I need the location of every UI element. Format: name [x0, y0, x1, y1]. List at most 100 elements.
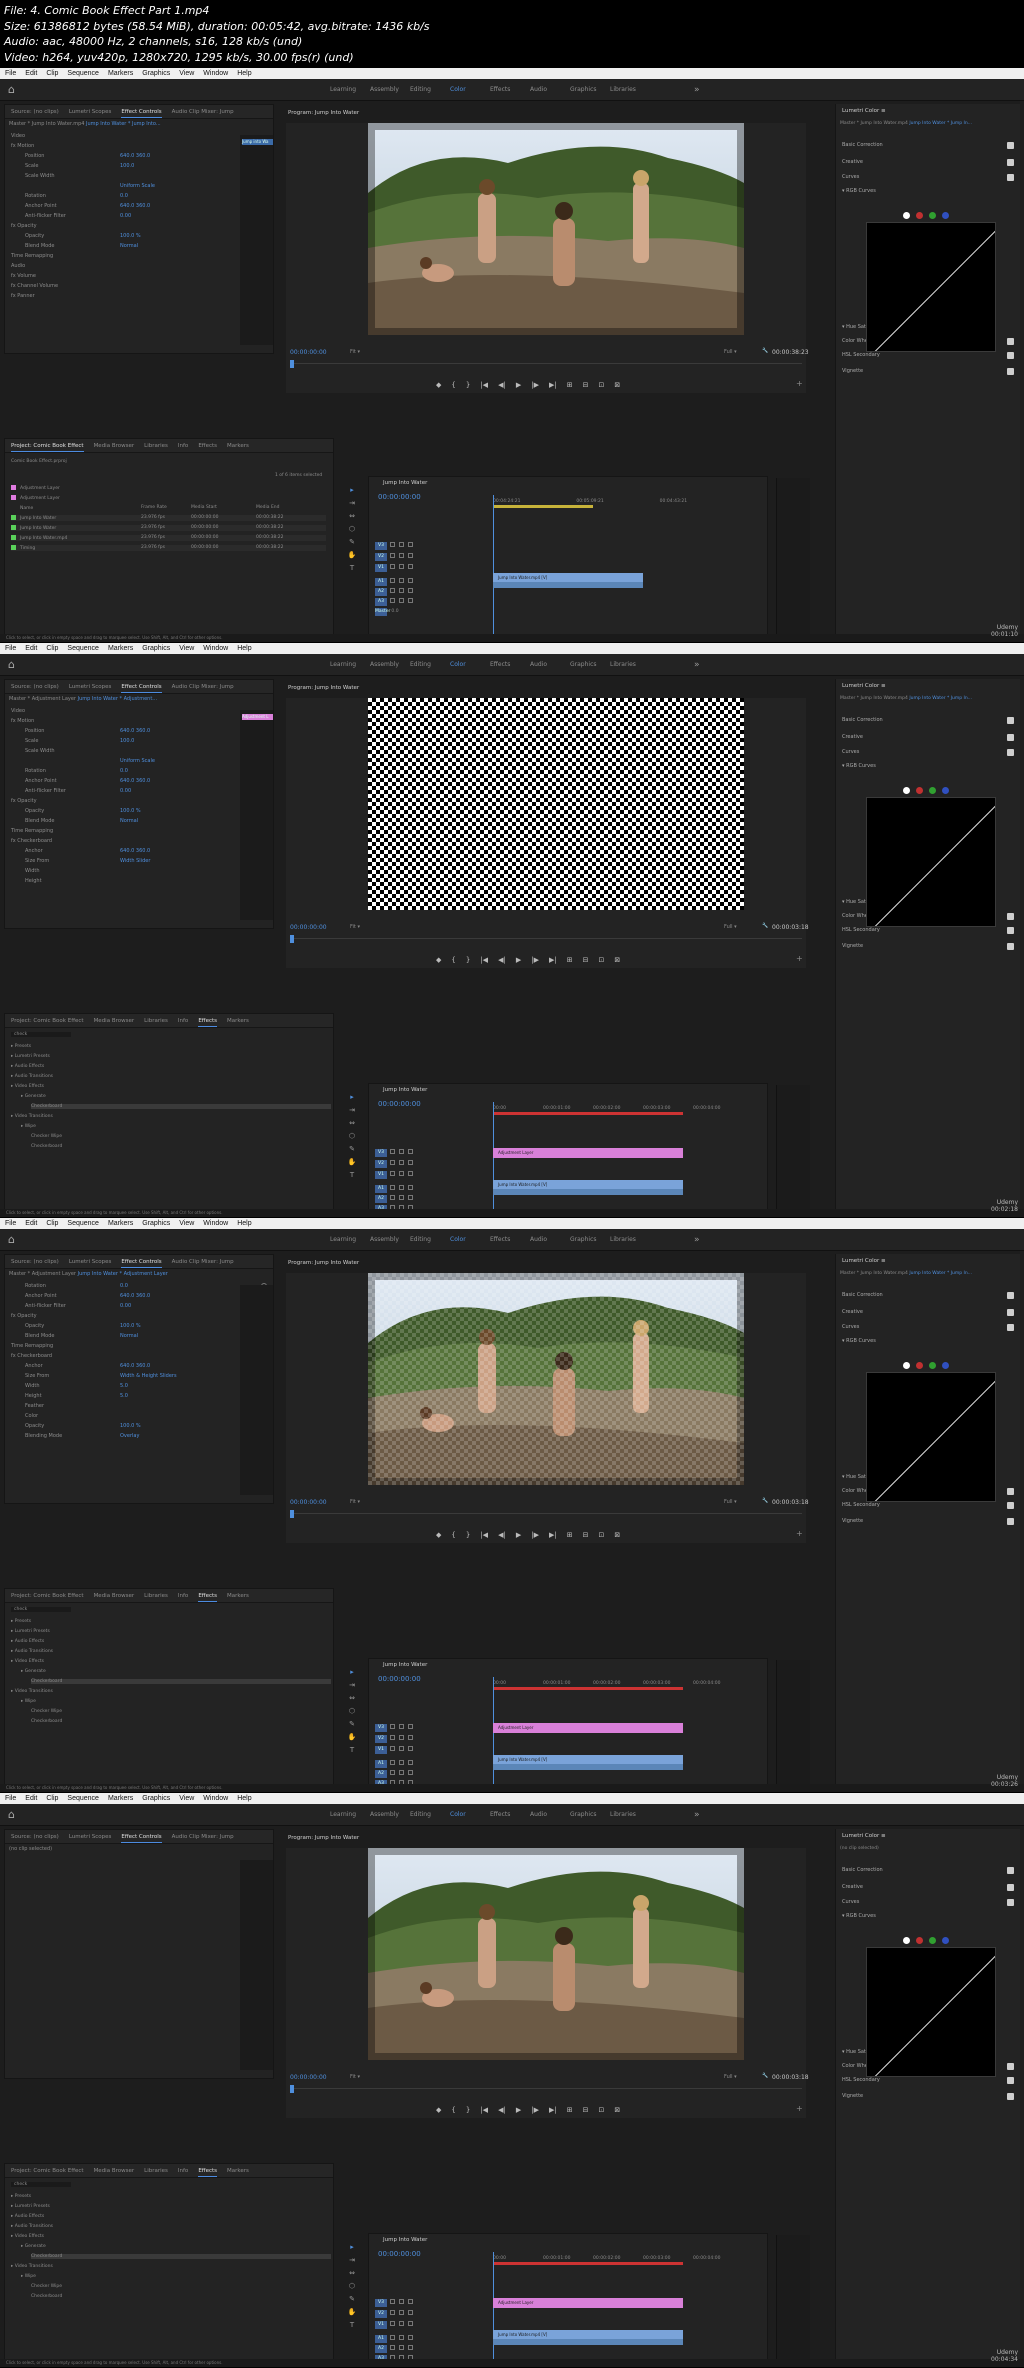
- track-toggle-icon[interactable]: [399, 1160, 404, 1165]
- effect-value[interactable]: 640.0 360.0: [120, 776, 150, 786]
- transport-button-icon[interactable]: |◀: [480, 379, 488, 391]
- audio-clip[interactable]: [493, 1764, 683, 1770]
- workspace-more-icon[interactable]: »: [694, 1229, 700, 1251]
- transport-button-icon[interactable]: ▶: [516, 2104, 521, 2116]
- tab-lumetri-scopes[interactable]: Lumetri Scopes: [69, 105, 112, 118]
- transport-button-icon[interactable]: ◀|: [498, 379, 506, 391]
- channel-dot-1[interactable]: [916, 787, 923, 794]
- menu-view[interactable]: View: [179, 643, 194, 654]
- project-item[interactable]: Name Frame Rate Media Start Media End: [11, 505, 326, 511]
- sequence-timecode[interactable]: 00:00:00:00: [378, 493, 421, 501]
- section-checkbox[interactable]: [1007, 2063, 1014, 2070]
- tab-effects[interactable]: Effects: [198, 439, 217, 452]
- tab-effect-controls[interactable]: Effect Controls: [121, 105, 162, 118]
- menu-edit[interactable]: Edit: [25, 1793, 37, 1804]
- lumetri-section[interactable]: Vignette: [842, 941, 1014, 951]
- transport-button-icon[interactable]: ◆: [436, 379, 441, 391]
- lumetri-section[interactable]: Creative: [842, 1307, 1014, 1317]
- playhead-marker[interactable]: [290, 2085, 294, 2093]
- workspace-color[interactable]: Color: [450, 1229, 466, 1251]
- tool-0-icon[interactable]: ▸: [350, 1093, 354, 1101]
- tab-info[interactable]: Info: [178, 2164, 188, 2177]
- effect-value[interactable]: 100.0: [120, 736, 134, 746]
- effect-row[interactable]: Scale Width: [5, 171, 273, 181]
- timeline-clip[interactable]: Adjustment Layer: [493, 1148, 683, 1158]
- channel-dot-3[interactable]: [942, 787, 949, 794]
- effect-value[interactable]: Uniform Scale: [120, 181, 155, 191]
- track-toggle-icon[interactable]: [390, 2321, 395, 2326]
- track-toggle-icon[interactable]: [390, 1195, 395, 1200]
- effect-row[interactable]: Anchor 640.0 360.0: [5, 1361, 273, 1371]
- effect-value[interactable]: Width Slider: [120, 856, 150, 866]
- tool-1-icon[interactable]: ⇥: [349, 1681, 355, 1689]
- effect-row[interactable]: Size From Width Slider: [5, 856, 273, 866]
- clip-selector-target[interactable]: Jump Into Water * Jump Into...: [86, 121, 161, 127]
- effect-row[interactable]: Position 640.0 360.0: [5, 726, 273, 736]
- effect-row[interactable]: Height: [5, 876, 273, 886]
- workspace-libraries[interactable]: Libraries: [610, 1804, 636, 1826]
- menu-file[interactable]: File: [5, 643, 16, 654]
- transport-button-icon[interactable]: ▶: [516, 1529, 521, 1541]
- resolution-dropdown[interactable]: Full ▾: [724, 924, 737, 930]
- menu-clip[interactable]: Clip: [46, 1793, 58, 1804]
- tab-markers[interactable]: Markers: [227, 1014, 249, 1027]
- effect-value[interactable]: Normal: [120, 1331, 138, 1341]
- track-toggle-icon[interactable]: [408, 578, 413, 583]
- workspace-libraries[interactable]: Libraries: [610, 79, 636, 101]
- effect-value[interactable]: 100.0 %: [120, 1421, 141, 1431]
- lumetri-clip-selector[interactable]: (no clip selected): [840, 1846, 879, 1851]
- effect-row[interactable]: fx Checkerboard: [5, 836, 273, 846]
- transport-button-icon[interactable]: ⊡: [598, 954, 604, 966]
- effects-tree-item[interactable]: ▸ Audio Transitions: [11, 1074, 53, 1079]
- track-toggle-icon[interactable]: [399, 1760, 404, 1765]
- tab-project[interactable]: Project: Comic Book Effect: [11, 1014, 84, 1027]
- tab-markers[interactable]: Markers: [227, 439, 249, 452]
- rgb-curve-graph[interactable]: [866, 1947, 996, 2077]
- workspace-graphics[interactable]: Graphics: [570, 1804, 597, 1826]
- effect-row[interactable]: Time Remapping: [5, 1341, 273, 1351]
- effect-row[interactable]: Blend Mode Normal: [5, 1331, 273, 1341]
- effects-search-input[interactable]: check: [11, 2182, 71, 2187]
- menu-window[interactable]: Window: [203, 68, 228, 79]
- transport-button-icon[interactable]: ◀|: [498, 1529, 506, 1541]
- transport-button-icon[interactable]: |◀: [480, 2104, 488, 2116]
- effect-row[interactable]: Rotation 0.0: [5, 766, 273, 776]
- menu-sequence[interactable]: Sequence: [67, 1793, 99, 1804]
- effects-tree-item[interactable]: ▸ Audio Effects: [11, 2214, 44, 2219]
- lumetri-section[interactable]: Vignette: [842, 1516, 1014, 1526]
- menu-file[interactable]: File: [5, 1218, 16, 1229]
- effect-row[interactable]: Opacity 100.0 %: [5, 1421, 273, 1431]
- effect-value[interactable]: Overlay: [120, 1431, 139, 1441]
- tab-effects[interactable]: Effects: [198, 1589, 218, 1602]
- section-checkbox[interactable]: [1007, 1488, 1014, 1495]
- track-header[interactable]: A2: [375, 1769, 485, 1779]
- effects-tree-item[interactable]: ▸ Presets: [11, 2194, 31, 2199]
- transport-button-icon[interactable]: ▶|: [549, 954, 557, 966]
- track-toggle-icon[interactable]: [390, 2310, 395, 2315]
- effect-row[interactable]: Blending Mode Overlay: [5, 1431, 273, 1441]
- effect-value[interactable]: 100.0 %: [120, 231, 141, 241]
- menu-edit[interactable]: Edit: [25, 1218, 37, 1229]
- menu-markers[interactable]: Markers: [108, 68, 133, 79]
- track-header[interactable]: V1: [375, 563, 485, 573]
- channel-dot-3[interactable]: [942, 1362, 949, 1369]
- effect-row[interactable]: Opacity 100.0 %: [5, 1321, 273, 1331]
- effects-search-input[interactable]: check: [11, 1607, 71, 1612]
- workspace-more-icon[interactable]: »: [694, 654, 700, 676]
- transport-button-icon[interactable]: }: [466, 1529, 470, 1541]
- work-area-bar[interactable]: [493, 1112, 683, 1115]
- transport-button-icon[interactable]: ⊟: [583, 2104, 589, 2116]
- effect-row[interactable]: Anti-flicker Filter 0.00: [5, 786, 273, 796]
- effects-tree-item[interactable]: ▸ Video Effects: [11, 1084, 44, 1089]
- tool-0-icon[interactable]: ▸: [350, 486, 354, 494]
- tab-effect-controls[interactable]: Effect Controls: [121, 1255, 162, 1268]
- workspace-effects[interactable]: Effects: [490, 79, 510, 101]
- tab-lumetri-scopes[interactable]: Lumetri Scopes: [69, 1255, 112, 1268]
- track-header[interactable]: V2: [375, 1159, 485, 1169]
- channel-dot-0[interactable]: [903, 212, 910, 219]
- track-toggle-icon[interactable]: [408, 2321, 413, 2326]
- effect-row[interactable]: Video: [5, 706, 273, 716]
- track-toggle-icon[interactable]: [408, 1724, 413, 1729]
- project-item[interactable]: Jump Into Water.mp4 23.976 fps 00:00:00:00…: [11, 535, 326, 541]
- effects-search-input[interactable]: check: [11, 1032, 71, 1037]
